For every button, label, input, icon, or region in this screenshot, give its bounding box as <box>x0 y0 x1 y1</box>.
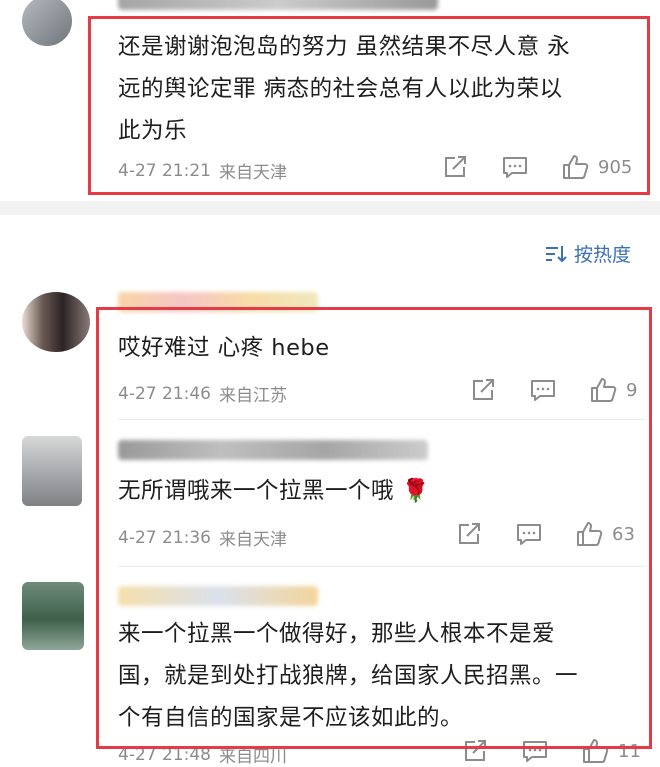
avatar[interactable] <box>22 292 90 352</box>
avatar[interactable] <box>22 436 82 506</box>
username-blurred[interactable] <box>118 0 438 10</box>
section-divider <box>0 201 660 215</box>
sort-by-heat-button[interactable]: 按热度 <box>544 240 631 267</box>
avatar[interactable] <box>22 582 84 650</box>
highlight-box <box>96 307 652 749</box>
highlight-box <box>88 16 650 195</box>
avatar[interactable] <box>22 0 72 46</box>
sort-icon <box>544 244 568 264</box>
sort-label: 按热度 <box>574 244 632 266</box>
